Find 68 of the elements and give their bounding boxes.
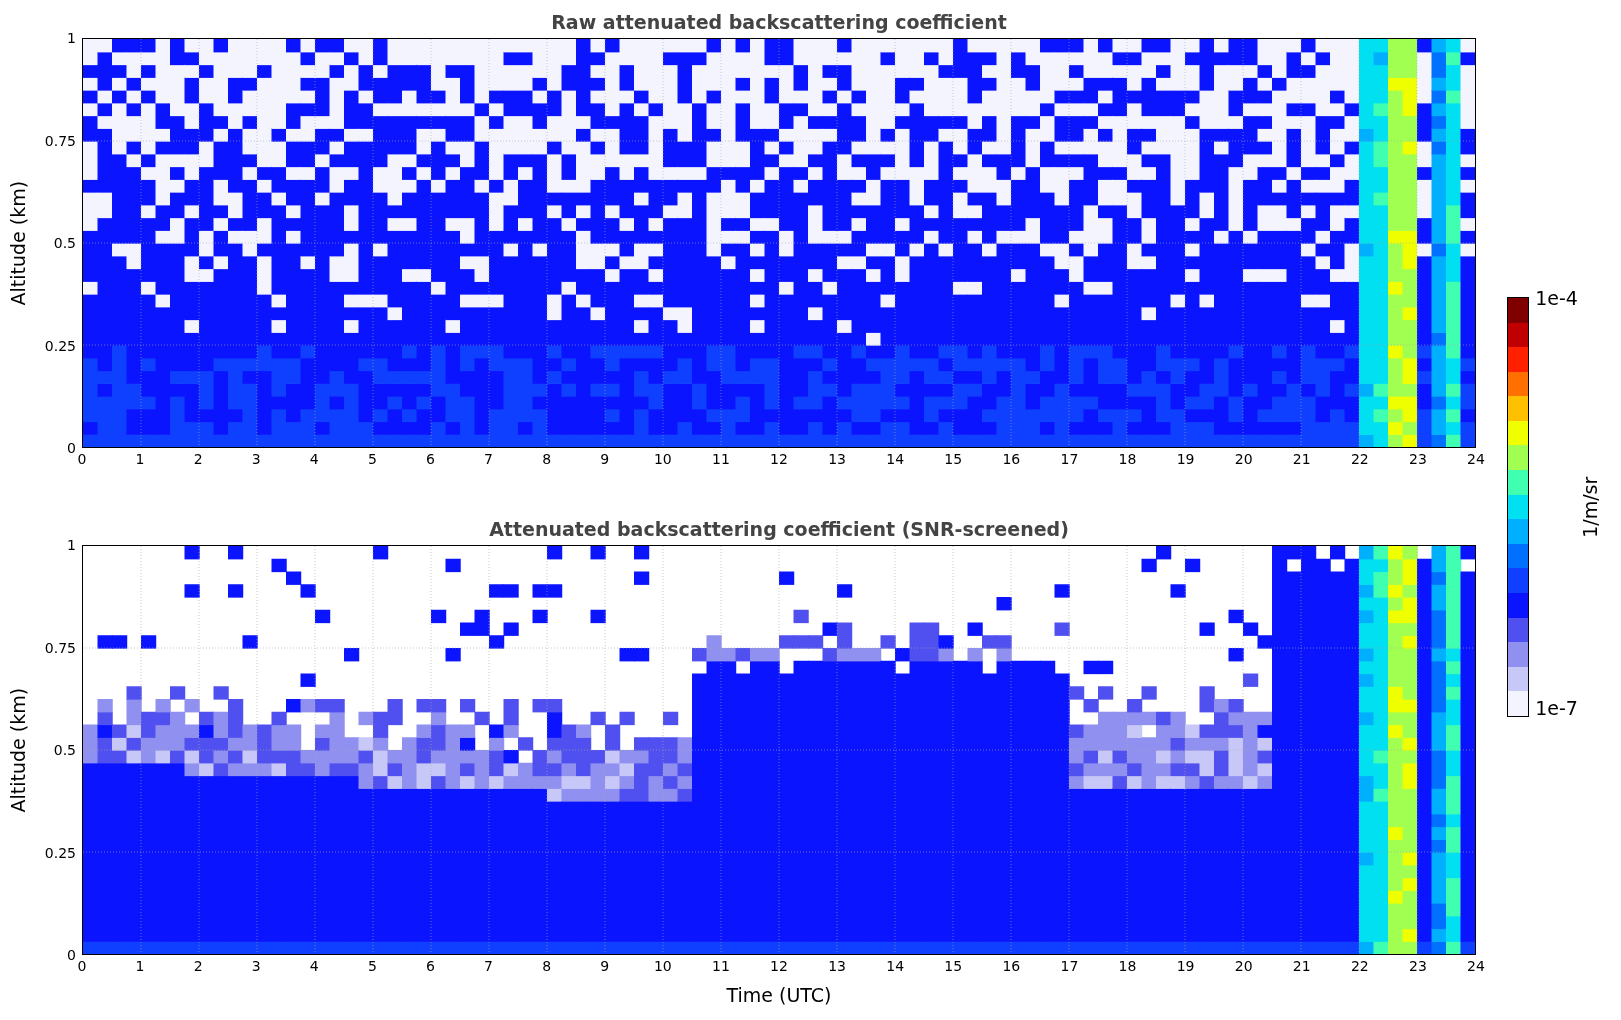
x-tick-label: 9 [599, 451, 611, 467]
x-tick-label: 12 [769, 958, 789, 974]
y-tick-label: 0.75 [44, 132, 76, 149]
x-tick-label: 13 [827, 958, 847, 974]
x-tick-label: 20 [1233, 451, 1254, 467]
x-tick-label: 14 [885, 451, 906, 467]
plot-title: Attenuated backscattering coefficient (SNR-screened) [489, 516, 1069, 542]
x-tick-label: 11 [711, 451, 731, 467]
x-tick-label: 24 [1466, 451, 1486, 467]
x-tick-label: 14 [885, 958, 906, 974]
x-tick-label: 18 [1117, 958, 1138, 974]
x-tick-label: 2 [192, 451, 204, 467]
x-tick-label: 8 [541, 451, 553, 467]
x-tick-label: 12 [769, 451, 789, 467]
x-tick-label: 20 [1233, 958, 1254, 974]
x-tick-label: 22 [1349, 958, 1370, 974]
colorbar-min-label: 1e-7 [1535, 697, 1578, 719]
x-tick-label: 4 [308, 958, 320, 974]
x-tick-label: 16 [1001, 958, 1022, 974]
x-tick-label: 7 [483, 451, 495, 467]
colorbar-max-label: 1e-4 [1535, 287, 1578, 309]
x-tick-label: 17 [1059, 958, 1080, 974]
x-tick-label: 22 [1349, 451, 1370, 467]
y-tick-label: 1 [67, 30, 76, 46]
x-tick-label: 6 [425, 451, 436, 467]
y-tick-label: 0 [67, 440, 76, 456]
x-tick-label: 10 [652, 451, 673, 467]
x-tick-label: 0 [76, 451, 88, 467]
x-tick-label: 6 [425, 958, 436, 974]
x-tick-label: 19 [1175, 451, 1196, 467]
x-tick-label: 15 [943, 958, 964, 974]
x-tick-label: 2 [192, 958, 204, 974]
x-tick-label: 19 [1175, 958, 1196, 974]
x-tick-label: 17 [1059, 451, 1080, 467]
x-tick-label: 16 [1001, 451, 1022, 467]
x-tick-label: 9 [599, 958, 611, 974]
x-tick-label: 21 [1291, 451, 1312, 467]
plot-title: Raw attenuated backscattering coefficient [551, 9, 1007, 35]
x-tick-label: 1 [134, 958, 146, 974]
x-tick-label: 1 [134, 451, 146, 467]
y-tick-label: 0 [67, 947, 76, 963]
x-tick-label: 23 [1408, 958, 1428, 974]
x-tick-label: 7 [483, 958, 495, 974]
x-tick-label: 8 [541, 958, 553, 974]
x-axis-label: Time (UTC) [726, 983, 832, 1008]
y-axis-label: Altitude (km) [5, 687, 30, 813]
y-tick-label: 0.5 [53, 235, 76, 251]
x-tick-label: 18 [1117, 451, 1138, 467]
x-tick-label: 5 [366, 451, 378, 467]
x-tick-label: 24 [1466, 958, 1486, 974]
x-tick-label: 23 [1408, 451, 1428, 467]
x-tick-label: 3 [250, 958, 262, 974]
y-tick-label: 1 [67, 537, 76, 553]
x-tick-label: 4 [308, 451, 320, 467]
y-tick-label: 0.25 [44, 337, 76, 354]
y-axis-label: Altitude (km) [5, 180, 30, 306]
x-tick-label: 13 [827, 451, 847, 467]
y-tick-label: 0.75 [44, 639, 76, 656]
x-tick-label: 21 [1291, 958, 1312, 974]
x-tick-label: 0 [76, 958, 88, 974]
x-tick-label: 15 [943, 451, 964, 467]
x-tick-label: 10 [652, 958, 673, 974]
colorbar-label: 1/m/sr [1578, 476, 1603, 538]
x-tick-label: 11 [711, 958, 731, 974]
x-tick-label: 3 [250, 451, 262, 467]
x-tick-label: 5 [366, 958, 378, 974]
y-tick-label: 0.25 [44, 844, 76, 861]
y-tick-label: 0.5 [53, 742, 76, 758]
